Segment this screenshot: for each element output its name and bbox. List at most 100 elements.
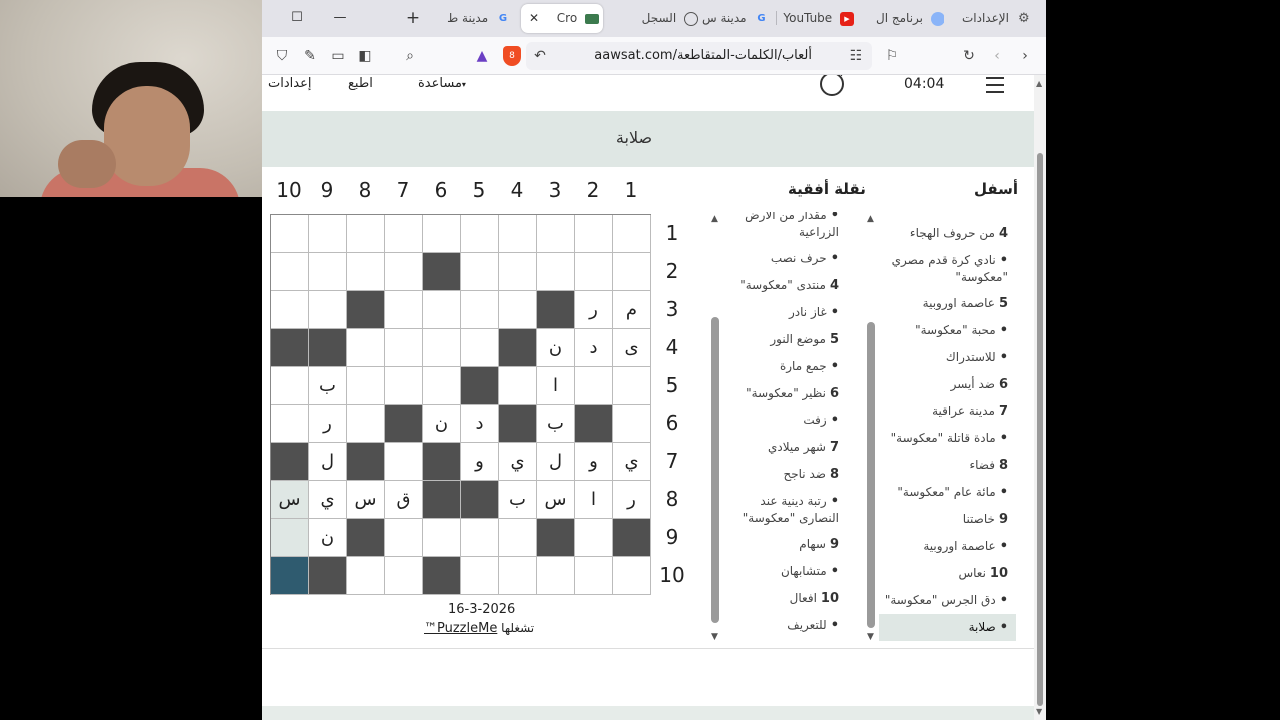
clue-item[interactable]: •دق الجرس "معكوسة" xyxy=(879,587,1016,614)
clue-item[interactable]: •للتعريف xyxy=(727,612,847,639)
clue-item[interactable]: 5عاصمة اوروبية xyxy=(879,290,1016,317)
grid-cell[interactable]: ر xyxy=(575,291,613,329)
grid-cell[interactable]: ن xyxy=(423,405,461,443)
grid-cell[interactable] xyxy=(271,367,309,405)
clue-item[interactable]: 5موضع النور xyxy=(727,326,847,353)
sidebar-icon[interactable]: ◧ xyxy=(355,46,375,66)
tab-item[interactable]: الإعدادات ⚙ xyxy=(962,4,1034,33)
brave-shield-icon[interactable]: 8 xyxy=(503,46,521,66)
grid-cell[interactable] xyxy=(271,215,309,253)
grid-cell[interactable]: ر xyxy=(613,481,651,519)
clue-item[interactable]: •محبة "معكوسة" xyxy=(879,317,1016,344)
lens-icon[interactable]: ⌕ xyxy=(400,46,420,66)
grid-cell[interactable] xyxy=(309,253,347,291)
clue-item[interactable]: •مقدار من الأرض الزراعية xyxy=(727,212,847,245)
grid-cell[interactable] xyxy=(347,367,385,405)
close-icon[interactable]: ✕ xyxy=(529,4,539,33)
grid-cell[interactable]: ي xyxy=(499,443,537,481)
grid-cell[interactable] xyxy=(461,215,499,253)
tab-item[interactable]: السجل xyxy=(622,4,702,33)
puzzleme-link[interactable]: PuzzleMe™ xyxy=(424,621,497,636)
grid-cell[interactable]: ب xyxy=(309,367,347,405)
grid-cell[interactable] xyxy=(385,329,423,367)
grid-cell[interactable] xyxy=(575,367,613,405)
clue-item[interactable]: 8ضد ناجح xyxy=(727,461,847,488)
grid-cell[interactable] xyxy=(613,367,651,405)
grid-cell[interactable] xyxy=(537,253,575,291)
grid-cell[interactable] xyxy=(385,215,423,253)
grid-cell[interactable] xyxy=(613,215,651,253)
grid-cell[interactable] xyxy=(347,329,385,367)
settings-button[interactable]: إعدادات xyxy=(268,76,311,91)
clue-item[interactable]: •حرف نصب xyxy=(727,245,847,272)
grid-cell[interactable] xyxy=(499,253,537,291)
grid-cell[interactable] xyxy=(423,519,461,557)
grid-cell[interactable]: و xyxy=(575,443,613,481)
grid-cell[interactable] xyxy=(271,291,309,329)
grid-cell[interactable] xyxy=(461,329,499,367)
grid-cell[interactable] xyxy=(347,253,385,291)
grid-cell[interactable]: ا xyxy=(537,367,575,405)
grid-cell[interactable] xyxy=(385,253,423,291)
grid-cell[interactable] xyxy=(461,519,499,557)
grid-cell[interactable] xyxy=(499,215,537,253)
grid-cell[interactable]: د xyxy=(575,329,613,367)
grid-cell[interactable]: م xyxy=(613,291,651,329)
grid-cell[interactable] xyxy=(385,557,423,595)
grid-cell[interactable]: ن xyxy=(309,519,347,557)
grid-cell[interactable]: ل xyxy=(537,443,575,481)
reload-icon[interactable]: ↻ xyxy=(959,46,979,66)
site-settings-icon[interactable]: ☷ xyxy=(846,46,866,66)
address-bar[interactable]: ↶ aawsat.com/ألعاب/الكلمات-المتقاطعة ☷ xyxy=(526,42,872,70)
grid-cell[interactable] xyxy=(575,519,613,557)
pin-icon[interactable]: ✎ xyxy=(300,46,320,66)
add-user-icon[interactable] xyxy=(820,75,847,96)
clue-item[interactable]: 6ضد أيسر xyxy=(879,371,1016,398)
clue-item[interactable]: •مائة عام "معكوسة" xyxy=(879,479,1016,506)
down-scrollbar[interactable]: ▲ ▼ xyxy=(867,212,875,644)
grid-cell[interactable] xyxy=(537,557,575,595)
grid-cell[interactable]: ن xyxy=(537,329,575,367)
grid-cell[interactable] xyxy=(271,405,309,443)
grid-cell[interactable] xyxy=(271,557,309,595)
tab-item[interactable]: مدينة ط G xyxy=(434,4,514,33)
reader-icon[interactable]: ▭ xyxy=(328,46,348,66)
grid-cell[interactable]: ب xyxy=(499,481,537,519)
back-icon[interactable]: › xyxy=(1015,46,1035,66)
clue-item[interactable]: 7مدينة عراقية xyxy=(879,398,1016,425)
grid-cell[interactable]: ق xyxy=(385,481,423,519)
forward-icon[interactable]: ‹ xyxy=(987,46,1007,66)
grid-cell[interactable] xyxy=(347,215,385,253)
grid-cell[interactable]: ى xyxy=(613,329,651,367)
grid-cell[interactable] xyxy=(575,215,613,253)
clue-item[interactable]: 10نعاس xyxy=(879,560,1016,587)
clue-item[interactable]: •نادي كرة قدم مصري "معكوسة" xyxy=(879,247,1016,290)
grid-cell[interactable] xyxy=(271,253,309,291)
grid-cell[interactable] xyxy=(309,215,347,253)
grid-cell[interactable] xyxy=(499,367,537,405)
grid-cell[interactable]: ي xyxy=(613,443,651,481)
shield-icon[interactable]: ⛉ xyxy=(272,46,292,66)
menu-icon[interactable] xyxy=(986,77,1004,93)
grid-cell[interactable] xyxy=(613,557,651,595)
tab-active[interactable]: ✕ Cro xyxy=(521,4,603,33)
clue-item[interactable]: •مادة قاتلة "معكوسة" xyxy=(879,425,1016,452)
triangle-icon[interactable]: ▲ xyxy=(472,46,492,66)
page-scrollbar[interactable]: ▲ ▼ xyxy=(1034,75,1046,720)
clue-item[interactable]: 4من حروف الهجاء xyxy=(879,220,1016,247)
clue-item[interactable]: 9سهام xyxy=(727,531,847,558)
clue-item[interactable]: 4منتدى "معكوسة" xyxy=(727,272,847,299)
clue-item[interactable]: 7شهر ميلادي xyxy=(727,434,847,461)
grid-cell[interactable] xyxy=(385,291,423,329)
grid-cell[interactable]: و xyxy=(461,443,499,481)
print-button[interactable]: اطبع xyxy=(348,76,373,91)
help-button[interactable]: مساعدة▾ xyxy=(418,76,466,91)
grid-cell[interactable] xyxy=(575,557,613,595)
tab-item[interactable]: YouTube ▶ xyxy=(782,4,858,33)
clue-item[interactable]: 8فضاء xyxy=(879,452,1016,479)
grid-cell[interactable] xyxy=(423,329,461,367)
grid-cell[interactable] xyxy=(461,557,499,595)
clue-item[interactable]: •متشابهان xyxy=(727,558,847,585)
reload-alt-icon[interactable]: ↶ xyxy=(530,46,550,66)
grid-cell[interactable] xyxy=(347,557,385,595)
